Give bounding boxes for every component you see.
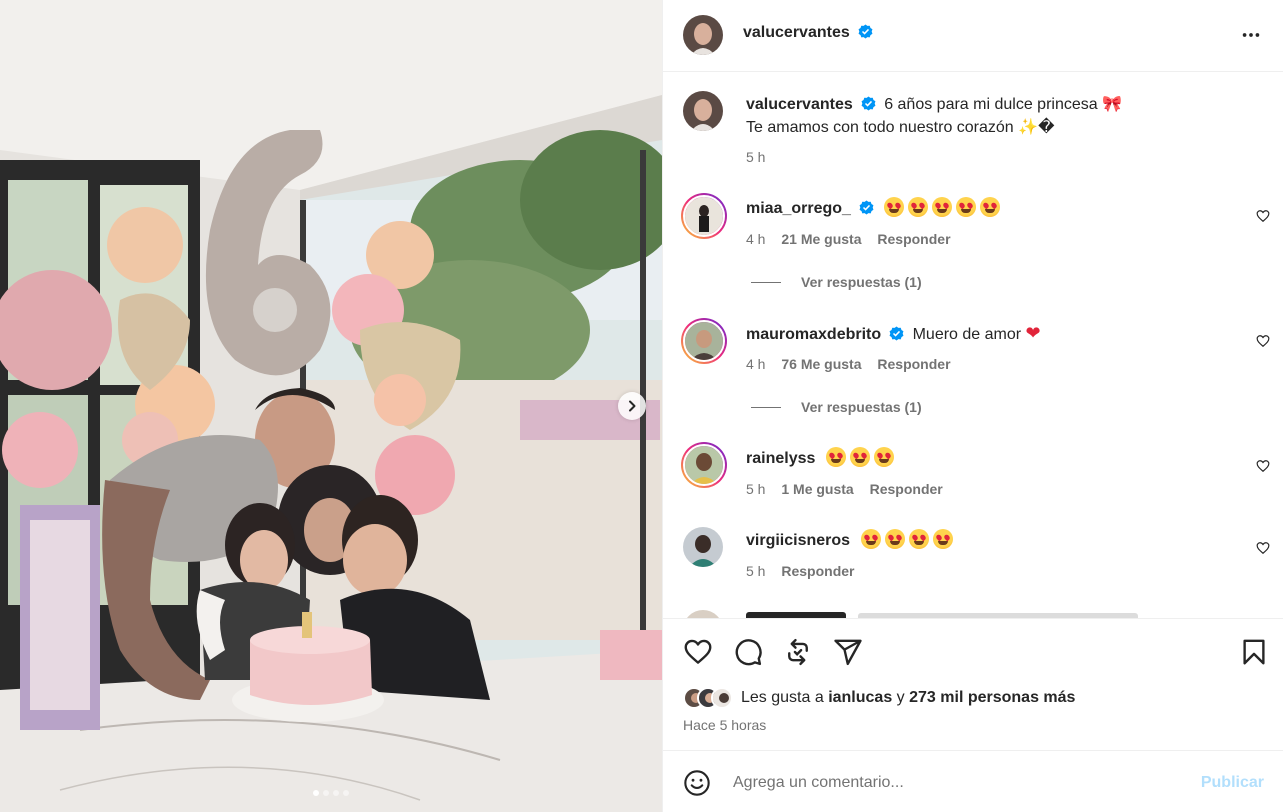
emoji-icon[interactable] xyxy=(683,769,711,797)
heart-eyes-emoji-icon xyxy=(849,447,870,467)
comment-likes[interactable]: 1 Me gusta xyxy=(781,481,853,497)
slide-indicator xyxy=(0,790,662,796)
comment-item-partial xyxy=(663,608,1283,618)
caption-line-2: Te amamos con todo nuestro corazón ✨� xyxy=(746,119,1055,136)
likes-others[interactable]: 273 mil personas más xyxy=(909,689,1075,706)
reply-button[interactable]: Responder xyxy=(870,481,943,497)
comment-input[interactable] xyxy=(733,770,1173,796)
repost-icon[interactable] xyxy=(783,637,813,667)
heart-eyes-emoji-icon xyxy=(980,197,1001,217)
caption-time: 5 h xyxy=(746,149,766,165)
heart-eyes-emoji-icon xyxy=(884,197,905,217)
post-panel: valucervantes valucervantes 6 años para … xyxy=(662,0,1283,812)
post-photo[interactable] xyxy=(0,0,662,812)
caption-line-1: 6 años para mi dulce princesa 🎀 xyxy=(884,96,1123,113)
view-replies-button[interactable]: Ver respuestas (1) xyxy=(751,399,922,415)
save-icon[interactable] xyxy=(1239,637,1269,667)
verified-badge-icon xyxy=(859,200,874,215)
author-avatar[interactable] xyxy=(683,15,723,55)
post-header: valucervantes xyxy=(663,0,1283,72)
verified-badge-icon xyxy=(889,326,904,341)
share-icon[interactable] xyxy=(833,637,863,667)
commenter-avatar[interactable] xyxy=(683,527,723,567)
author-avatar[interactable] xyxy=(683,91,723,131)
publish-button[interactable]: Publicar xyxy=(1201,774,1264,792)
slide-dot xyxy=(323,790,329,796)
author-name-row: valucervantes xyxy=(743,24,873,42)
comment-time: 5 h xyxy=(746,481,766,497)
commenter-avatar[interactable] xyxy=(681,442,727,488)
comment-time: 5 h xyxy=(746,563,766,579)
commenter-username[interactable]: miaa_orrego_ xyxy=(746,200,851,217)
likes-prefix: Les gusta a xyxy=(741,689,824,706)
slide-dot xyxy=(343,790,349,796)
heart-eyes-emoji-icon xyxy=(825,447,846,467)
reply-button[interactable]: Responder xyxy=(877,356,950,372)
comment-emojis xyxy=(884,197,1004,217)
commenter-avatar[interactable] xyxy=(681,193,727,239)
post-timestamp: Hace 5 horas xyxy=(683,717,767,733)
commenter-avatar[interactable] xyxy=(683,610,723,618)
caption-username[interactable]: valucervantes xyxy=(746,96,853,113)
liker-avatar xyxy=(711,687,733,709)
like-comment-heart-icon[interactable] xyxy=(1256,541,1270,555)
like-comment-heart-icon[interactable] xyxy=(1256,209,1270,223)
comment-time: 4 h xyxy=(746,356,766,372)
verified-badge-icon xyxy=(861,96,876,111)
reply-button[interactable]: Responder xyxy=(781,563,854,579)
comments-list[interactable]: valucervantes 6 años para mi dulce princ… xyxy=(663,73,1283,618)
heart-eyes-emoji-icon xyxy=(873,447,894,467)
commenter-username[interactable]: mauromaxdebrito xyxy=(746,326,881,343)
photo-scene xyxy=(0,0,662,812)
post-actions: Les gusta a ianlucas y 273 mil personas … xyxy=(663,618,1283,751)
likes-conjunction: y xyxy=(896,689,905,706)
comment-likes[interactable]: 21 Me gusta xyxy=(781,231,861,247)
slide-dot xyxy=(313,790,319,796)
likes-summary[interactable]: Les gusta a ianlucas y 273 mil personas … xyxy=(683,687,1075,709)
like-comment-heart-icon[interactable] xyxy=(1256,459,1270,473)
heart-eyes-emoji-icon xyxy=(860,529,881,549)
heart-eyes-emoji-icon xyxy=(884,529,905,549)
red-heart-emoji-icon: ❤ xyxy=(1025,323,1041,343)
comment-time: 4 h xyxy=(746,231,766,247)
commenter-username[interactable]: rainelyss xyxy=(746,450,815,467)
view-replies-button[interactable]: Ver respuestas (1) xyxy=(751,274,922,290)
author-username[interactable]: valucervantes xyxy=(743,24,850,41)
heart-eyes-emoji-icon xyxy=(908,197,929,217)
comment-likes[interactable]: 76 Me gusta xyxy=(781,356,861,372)
heart-eyes-emoji-icon xyxy=(932,197,953,217)
slide-dot xyxy=(333,790,339,796)
commenter-username[interactable]: virgiicisneros xyxy=(746,532,850,549)
comment-emojis xyxy=(825,447,898,467)
verified-badge-icon xyxy=(858,24,873,39)
next-slide-button[interactable] xyxy=(618,392,646,420)
heart-icon[interactable] xyxy=(683,637,713,667)
heart-eyes-emoji-icon xyxy=(908,529,929,549)
add-comment-bar: Publicar xyxy=(663,752,1283,812)
comment-icon[interactable] xyxy=(733,637,763,667)
likes-user[interactable]: ianlucas xyxy=(828,689,892,706)
comment-emojis xyxy=(860,529,957,549)
comment-text: Muero de amor xyxy=(912,326,1022,343)
chevron-right-icon xyxy=(629,400,636,412)
commenter-avatar[interactable] xyxy=(681,318,727,364)
more-options-icon[interactable] xyxy=(1240,24,1262,46)
like-comment-heart-icon[interactable] xyxy=(1256,334,1270,348)
reply-button[interactable]: Responder xyxy=(877,231,950,247)
heart-eyes-emoji-icon xyxy=(956,197,977,217)
heart-eyes-emoji-icon xyxy=(932,529,953,549)
